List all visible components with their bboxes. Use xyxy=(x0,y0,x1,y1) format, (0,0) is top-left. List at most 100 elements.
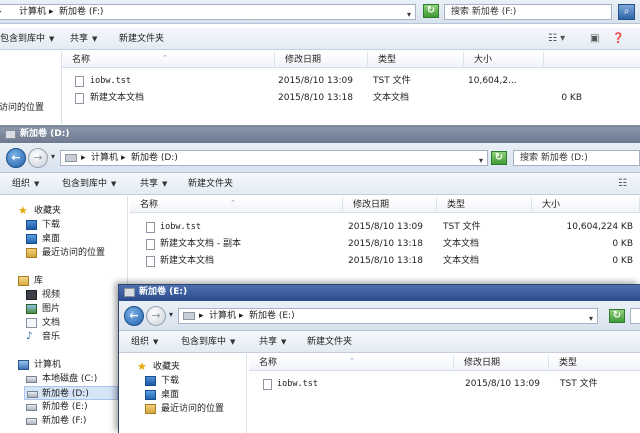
w3-back-button[interactable]: ← xyxy=(124,306,144,326)
table-row[interactable]: 新建文本文档 2015/8/10 13:18 文本文档 0 KB xyxy=(130,253,640,270)
w1-refresh-icon[interactable]: ↻ xyxy=(423,4,439,18)
w3-organize-button[interactable]: 组织 ▼ xyxy=(131,331,158,353)
w2-forward-button[interactable]: → xyxy=(28,148,48,168)
w2-new-folder-button[interactable]: 新建文件夹 xyxy=(188,173,233,195)
recent-places-icon xyxy=(26,248,37,258)
nav-favorites[interactable]: ★ 收藏夹 xyxy=(18,204,126,218)
w1-search-icon[interactable]: ⌕ xyxy=(618,4,635,20)
w3-toolbar: 组织 ▼ 包含到库中 ▼ 共享 ▼ 新建文件夹 xyxy=(119,331,640,353)
nav-drive-e[interactable]: 新加卷 (E:) xyxy=(26,400,126,414)
w1-share-button[interactable]: 共享 ▼ xyxy=(70,28,97,50)
nav-label: 新加卷 (D:) xyxy=(42,389,89,399)
file-type: 文本文档 xyxy=(443,256,480,266)
w3-addr-folder-icon xyxy=(183,312,195,320)
file-icon xyxy=(146,256,155,267)
nav-label: 最近访问的位置 xyxy=(42,248,106,258)
nav-label: 本地磁盘 (C:) xyxy=(42,374,98,384)
w2-col-name[interactable]: 名称 ⌃ xyxy=(130,197,343,213)
nav-downloads[interactable]: 下载 xyxy=(26,218,126,232)
nav-desktop[interactable]: 桌面 xyxy=(145,388,245,402)
w2-address-bar[interactable]: ▸ 计算机 ▸ 新加卷 (D:) ▾ xyxy=(60,150,488,166)
w3-addr-arrow: ▸ xyxy=(199,311,204,321)
nav-computer[interactable]: 计算机 xyxy=(18,358,126,372)
w1-view-icon[interactable]: ☷ ▾ xyxy=(548,33,565,44)
w3-address-bar[interactable]: ▸ 计算机 ▸ 新加卷 (E:) ▾ xyxy=(178,308,598,324)
table-row[interactable]: iobw.tst 2015/8/10 13:09 TST 文件 10,604,2… xyxy=(62,73,640,90)
video-icon xyxy=(26,290,37,300)
w2-addr-arrow: ▸ xyxy=(121,153,126,163)
nav-favorites[interactable]: ★ 收藏夹 xyxy=(137,360,245,374)
nav-drive-f[interactable]: 新加卷 (F:) xyxy=(26,414,126,428)
w3-column-header: 名称 ⌃ 修改日期 类型 xyxy=(249,355,640,371)
table-row[interactable]: 新建文本文档 - 副本 2015/8/10 13:18 文本文档 0 KB xyxy=(130,236,640,253)
w1-nav-recent-partial[interactable]: 访问的位置 xyxy=(0,101,44,115)
nav-recent[interactable]: 最近访问的位置 xyxy=(145,402,245,416)
nav-music[interactable]: ♪ 音乐 xyxy=(26,330,126,344)
w3-col-name[interactable]: 名称 ⌃ xyxy=(249,355,454,371)
w2-share-button[interactable]: 共享 ▼ xyxy=(140,173,167,195)
nav-desktop[interactable]: 桌面 xyxy=(26,232,126,246)
table-row[interactable]: iobw.tst 2015/8/10 13:09 TST 文件 10,604,2… xyxy=(130,219,640,236)
w2-col-size[interactable]: 大小 xyxy=(532,197,640,213)
w1-new-folder-button[interactable]: 新建文件夹 xyxy=(119,28,164,50)
w3-share-button[interactable]: 共享 ▼ xyxy=(259,331,286,353)
nav-label: 下载 xyxy=(161,376,180,386)
w1-addr-computer[interactable]: 计算机 xyxy=(19,5,46,19)
w2-addr-computer[interactable]: 计算机 xyxy=(91,151,118,165)
w2-recent-pages-icon[interactable]: ▾ xyxy=(51,152,55,161)
w2-col-date[interactable]: 修改日期 xyxy=(343,197,437,213)
w2-col-type[interactable]: 类型 xyxy=(437,197,532,213)
w1-search-input[interactable]: 搜索 新加卷 (F:) xyxy=(444,4,612,20)
nav-drive-c[interactable]: 本地磁盘 (C:) xyxy=(26,372,126,386)
w2-refresh-icon[interactable]: ↻ xyxy=(491,151,507,165)
w3-new-folder-button[interactable]: 新建文件夹 xyxy=(307,331,352,353)
w2-window-icon xyxy=(5,130,16,139)
w1-help-icon[interactable]: ❓ xyxy=(612,33,624,44)
w1-include-library-button[interactable]: 包含到库中 ▼ xyxy=(0,28,54,50)
w1-preview-pane-icon[interactable]: ▣ xyxy=(590,33,599,44)
nav-downloads[interactable]: 下载 xyxy=(145,374,245,388)
file-type: TST 文件 xyxy=(443,222,481,232)
nav-label: 音乐 xyxy=(42,332,61,342)
w2-addr-dropdown-icon[interactable]: ▾ xyxy=(479,154,483,168)
w1-col-name[interactable]: 名称 ⌃ xyxy=(62,52,275,68)
nav-pictures[interactable]: 图片 xyxy=(26,302,126,316)
nav-label: 库 xyxy=(34,276,44,286)
nav-videos[interactable]: 视频 xyxy=(26,288,126,302)
w3-titlebar[interactable]: 新加卷 (E:) xyxy=(119,285,640,301)
file-icon xyxy=(75,76,84,87)
table-row[interactable]: iobw.tst 2015/8/10 13:09 TST 文件 xyxy=(249,376,640,393)
recent-places-icon xyxy=(145,404,156,414)
nav-drive-d[interactable]: 新加卷 (D:) xyxy=(24,386,118,400)
file-date: 2015/8/10 13:18 xyxy=(348,256,423,266)
table-row[interactable]: 新建文本文档 2015/8/10 13:18 文本文档 0 KB xyxy=(62,90,640,107)
w2-view-icon[interactable]: ☷ xyxy=(618,178,627,189)
w3-recent-pages-icon[interactable]: ▾ xyxy=(169,310,173,319)
w3-addr-dropdown-icon[interactable]: ▾ xyxy=(589,312,593,326)
nav-recent[interactable]: 最近访问的位置 xyxy=(26,246,126,260)
w3-addr-drive[interactable]: 新加卷 (E:) xyxy=(249,309,295,323)
w2-titlebar[interactable]: 新加卷 (D:) xyxy=(0,127,640,143)
w3-search-input[interactable] xyxy=(630,308,640,324)
w2-include-library-button[interactable]: 包含到库中 ▼ xyxy=(62,173,116,195)
w1-addr-dropdown-icon[interactable]: ▾ xyxy=(407,8,411,22)
w1-col-size[interactable]: 大小 xyxy=(464,52,544,68)
w3-addr-computer[interactable]: 计算机 xyxy=(209,309,236,323)
w3-forward-button[interactable]: → xyxy=(146,306,166,326)
w1-addr-drive[interactable]: 新加卷 (F:) xyxy=(59,5,103,19)
w2-back-button[interactable]: ← xyxy=(6,148,26,168)
nav-libraries[interactable]: 库 xyxy=(18,274,126,288)
w3-refresh-icon[interactable]: ↻ xyxy=(609,309,625,323)
file-name: iobw.tst xyxy=(90,76,131,86)
nav-documents[interactable]: 文档 xyxy=(26,316,126,330)
explorer-window-e: 新加卷 (E:) ← → ▾ ▸ 计算机 ▸ 新加卷 (E:) ▾ ↻ 组织 ▼ … xyxy=(118,284,640,433)
w2-organize-button[interactable]: 组织 ▼ xyxy=(12,173,39,195)
w3-col-type[interactable]: 类型 xyxy=(549,355,640,371)
w3-col-date[interactable]: 修改日期 xyxy=(454,355,549,371)
w1-address-bar[interactable]: ▸ 计算机 ▸ 新加卷 (F:) ▾ xyxy=(0,4,416,20)
w3-include-library-button[interactable]: 包含到库中 ▼ xyxy=(181,331,235,353)
w2-addr-drive[interactable]: 新加卷 (D:) xyxy=(131,151,178,165)
w1-col-date[interactable]: 修改日期 xyxy=(275,52,368,68)
w2-search-input[interactable]: 搜索 新加卷 (D:) xyxy=(513,150,640,166)
w1-col-type[interactable]: 类型 xyxy=(368,52,464,68)
